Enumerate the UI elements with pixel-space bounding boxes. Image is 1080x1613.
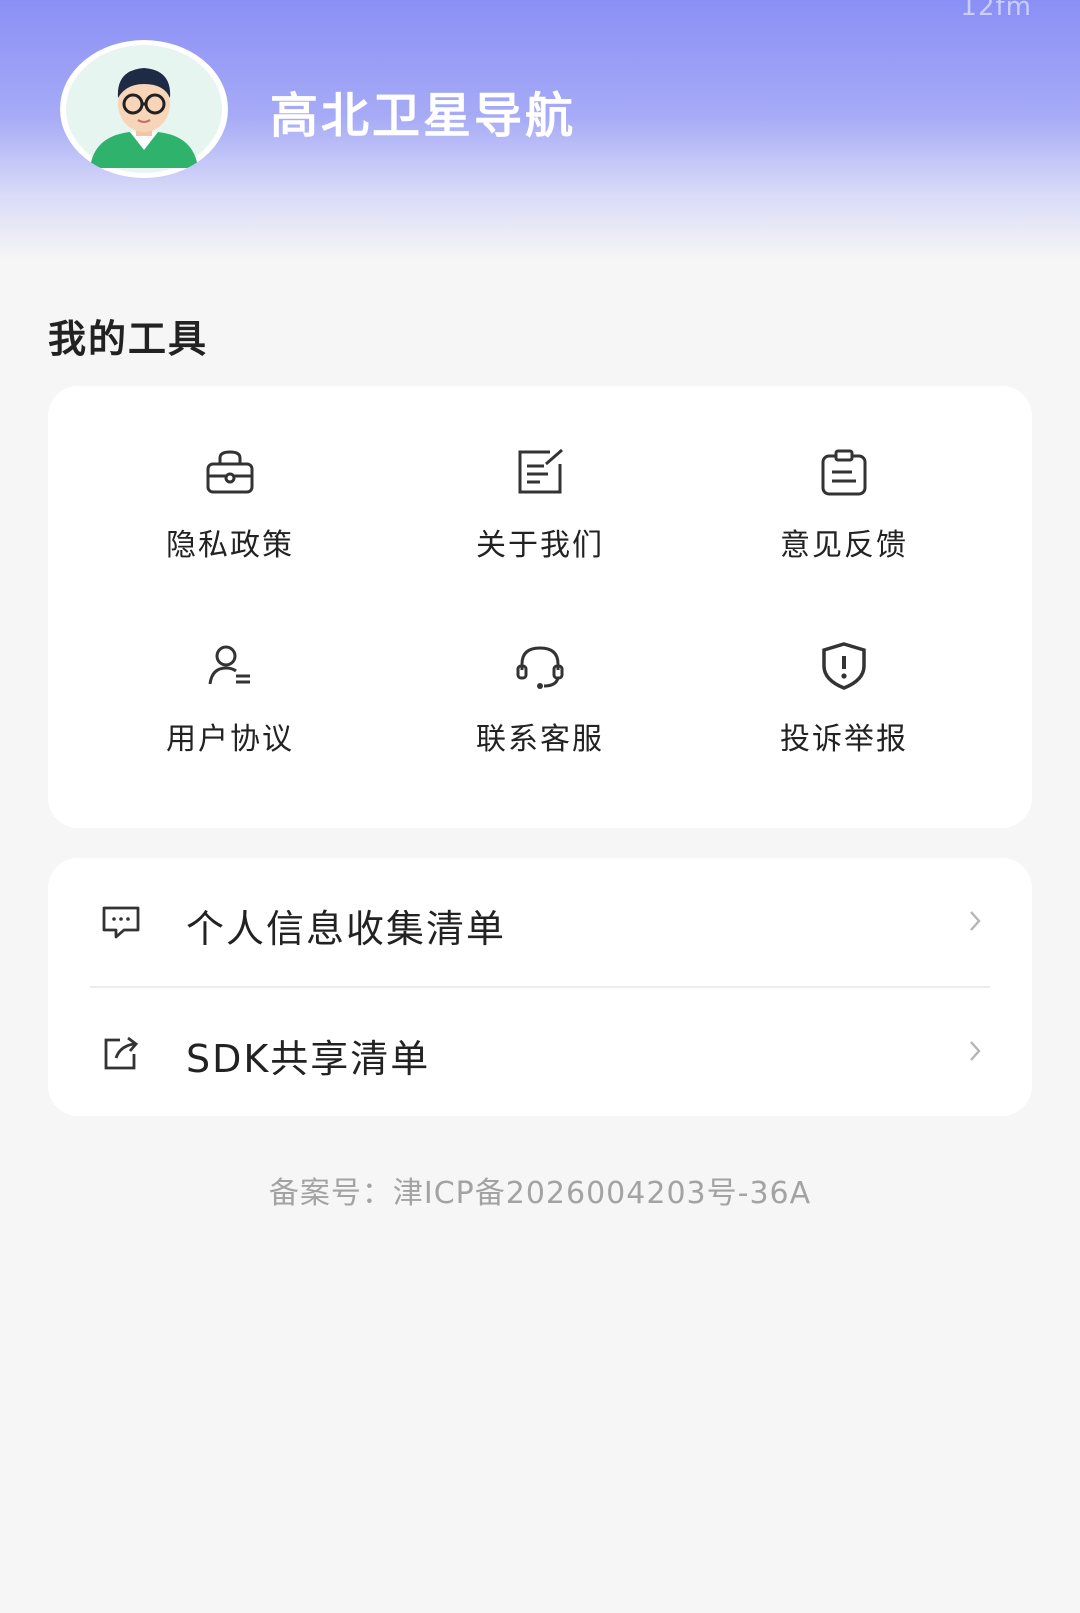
edit-document-icon <box>518 448 563 494</box>
tool-feedback[interactable]: 意见反馈 <box>724 442 964 592</box>
list-item-label: 个人信息收集清单 <box>186 907 507 951</box>
list-item-label: SDK共享清单 <box>186 1037 431 1081</box>
tools-card: 隐私政策 关于我们 意见反馈 用户协议 联系客服 投诉举报 <box>48 386 1032 828</box>
tool-contact-service[interactable]: 联系客服 <box>420 636 660 786</box>
tool-complaint-report[interactable]: 投诉举报 <box>724 636 964 786</box>
clipboard-icon <box>821 449 867 496</box>
tool-label: 隐私政策 <box>166 528 294 563</box>
section-title-tools: 我的工具 <box>48 317 209 361</box>
info-list-card: 个人信息收集清单 SDK共享清单 <box>48 858 1032 1116</box>
list-item-personal-info[interactable]: 个人信息收集清单 <box>48 858 1032 988</box>
tool-user-agreement[interactable]: 用户协议 <box>110 636 350 786</box>
tool-label: 投诉举报 <box>780 722 908 757</box>
chevron-right-icon <box>970 1041 981 1061</box>
avatar-man-glasses-icon <box>66 45 222 173</box>
tool-about-us[interactable]: 关于我们 <box>420 442 660 592</box>
profile-header: 12fm 高北卫星导航 <box>0 0 1080 260</box>
lock-briefcase-icon <box>206 450 254 494</box>
tool-privacy-policy[interactable]: 隐私政策 <box>110 442 350 592</box>
shield-alert-icon <box>822 642 866 690</box>
chevron-right-icon <box>970 911 981 931</box>
tool-label: 关于我们 <box>476 528 604 563</box>
icp-record-number: 备案号：津ICP备2026004203号-36A <box>268 1176 812 1211</box>
avatar[interactable] <box>60 40 228 178</box>
list-item-sdk-share[interactable]: SDK共享清单 <box>48 988 1032 1116</box>
share-icon <box>104 1036 139 1070</box>
headset-icon <box>516 646 564 689</box>
tool-label: 联系客服 <box>476 722 604 757</box>
user-agreement-icon <box>208 645 250 685</box>
status-corner-text: 12fm <box>960 0 1032 22</box>
tool-label: 意见反馈 <box>780 528 908 563</box>
app-name: 高北卫星导航 <box>270 88 577 144</box>
chat-bubble-icon <box>102 906 140 939</box>
tool-label: 用户协议 <box>166 722 294 757</box>
